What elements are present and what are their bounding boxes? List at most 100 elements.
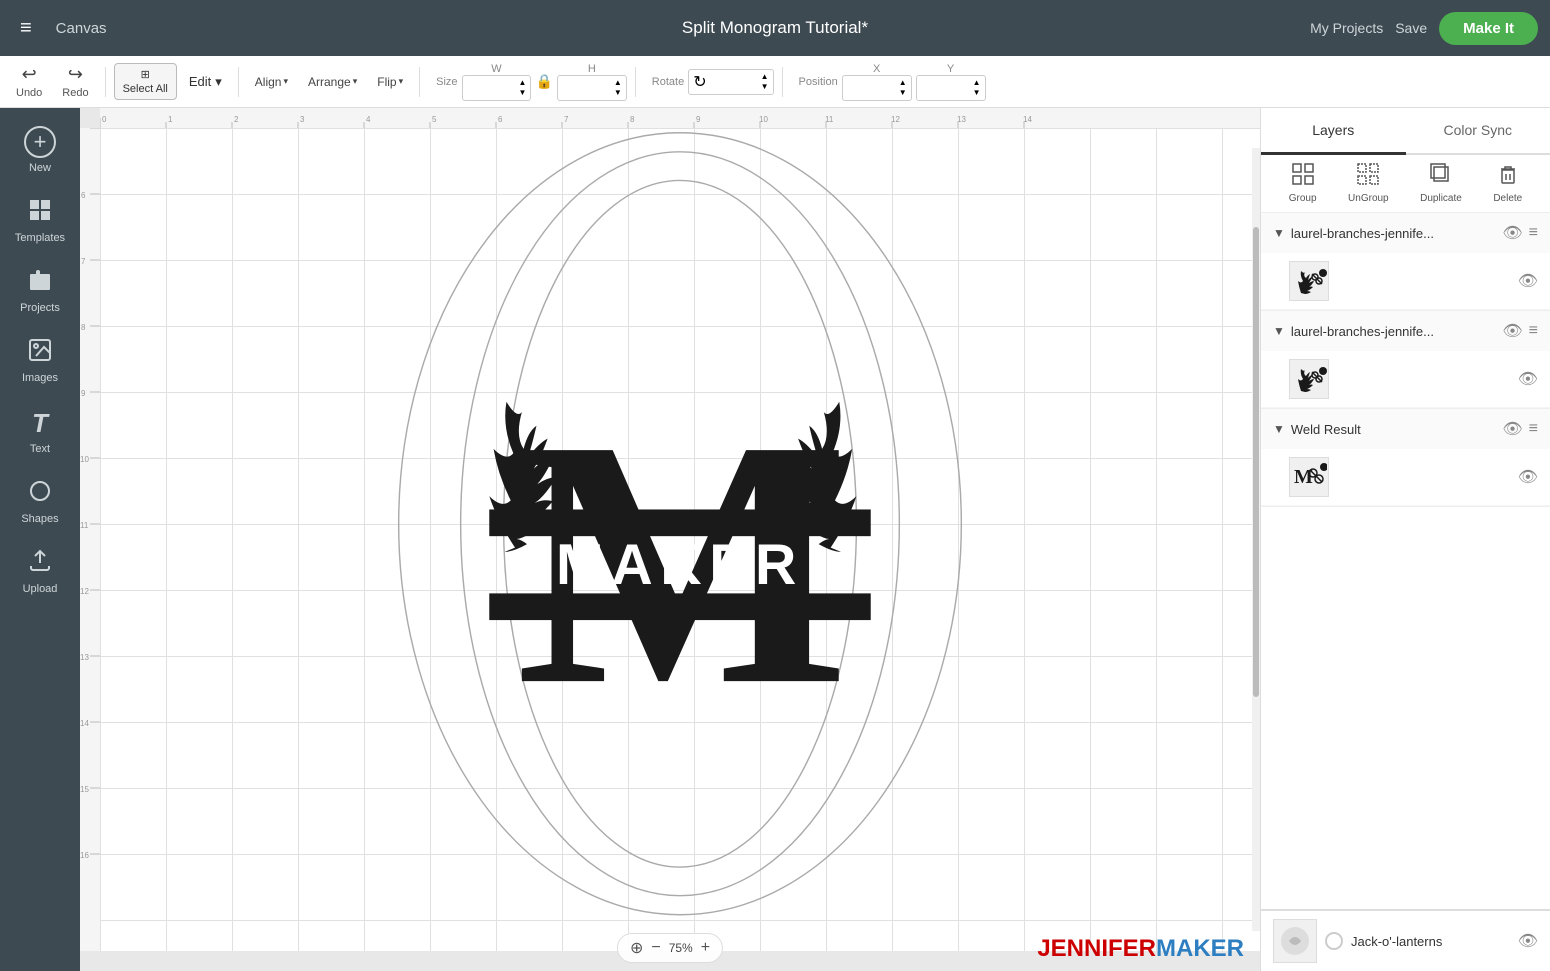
layer-item-eye-2[interactable]: 👁 [1518,369,1538,389]
lock-icon[interactable]: 🔒 [535,73,552,90]
layer-group-drag-1[interactable]: ≡ [1529,224,1538,242]
height-field[interactable]: ▲ ▼ [557,75,627,101]
width-down[interactable]: ▼ [519,88,527,98]
x-field[interactable]: ▲ ▼ [842,75,912,101]
undo-icon: ↩ [22,64,37,85]
redo-button[interactable]: ↪ Redo [54,60,96,103]
x-arrows[interactable]: ▲ ▼ [899,78,907,97]
sidebar-item-new[interactable]: + New [0,116,80,184]
width-field[interactable]: ▲ ▼ [462,75,532,101]
menu-icon[interactable]: ≡ [12,9,40,48]
sidebar-item-templates[interactable]: Templates [0,188,80,254]
images-icon [28,338,52,368]
svg-text:4: 4 [366,115,371,124]
layer-item-3: M 👁 [1261,449,1550,506]
select-all-icon: ⊞ [141,68,150,81]
y-arrows[interactable]: ▲ ▼ [973,78,981,97]
undo-button[interactable]: ↩ Undo [8,60,50,103]
sidebar-templates-label: Templates [15,232,65,244]
align-button[interactable]: Align ▾ [247,71,296,93]
new-icon: + [24,126,56,158]
layer-group-drag-2[interactable]: ≡ [1529,322,1538,340]
layer-item-eye-3[interactable]: 👁 [1518,467,1538,487]
rotate-field[interactable]: ↻ ▲ ▼ [688,69,773,95]
layer-group-arrow-3[interactable]: ▼ [1273,422,1285,436]
scrollbar-thumb[interactable] [1253,227,1259,697]
x-up[interactable]: ▲ [899,78,907,88]
arrange-button[interactable]: Arrange ▾ [300,71,365,93]
width-arrows[interactable]: ▲ ▼ [519,78,527,97]
width-up[interactable]: ▲ [519,78,527,88]
make-it-button[interactable]: Make It [1439,12,1538,45]
svg-text:7: 7 [81,257,86,266]
rotate-arrows[interactable]: ▲ ▼ [761,72,769,91]
zoom-plus-button[interactable]: + [701,939,710,957]
document-title: Split Monogram Tutorial* [682,18,868,38]
rotate-input[interactable] [709,75,759,89]
sidebar-item-projects[interactable]: Projects [0,258,80,324]
x-down[interactable]: ▼ [899,88,907,98]
ungroup-label: UnGroup [1348,193,1389,204]
svg-text:12: 12 [891,115,900,124]
y-down[interactable]: ▼ [973,88,981,98]
redo-label: Redo [62,87,88,99]
layer-group-header-1[interactable]: ▼ laurel-branches-jennife... 👁 ≡ [1261,213,1550,253]
duplicate-button[interactable]: Duplicate [1420,163,1462,204]
sidebar-item-shapes[interactable]: Shapes [0,469,80,535]
layer-group-eye-1[interactable]: 👁 [1502,223,1522,243]
bottom-layer-name: Jack-o'-lanterns [1351,934,1510,949]
delete-button[interactable]: Delete [1493,163,1522,204]
layer-item-eye-1[interactable]: 👁 [1518,271,1538,291]
layer-icons-1: 👁 [1518,271,1538,291]
save-button[interactable]: Save [1395,20,1427,36]
tab-color-sync[interactable]: Color Sync [1406,108,1550,153]
sidebar-images-label: Images [22,372,58,384]
height-arrows[interactable]: ▲ ▼ [614,78,622,97]
layer-group-eye-3[interactable]: 👁 [1502,419,1522,439]
my-projects-link[interactable]: My Projects [1310,20,1383,36]
y-field[interactable]: ▲ ▼ [916,75,986,101]
y-label: Y [947,63,954,75]
tab-layers[interactable]: Layers [1261,108,1406,155]
layer-group-arrow-1[interactable]: ▼ [1273,226,1285,240]
height-input[interactable] [562,81,612,95]
ungroup-button[interactable]: UnGroup [1348,163,1389,204]
zoom-bar: ⊕ − 75% + [617,933,723,963]
svg-text:12: 12 [80,587,89,596]
select-all-button[interactable]: ⊞ Select All [114,63,177,100]
duplicate-label: Duplicate [1420,193,1462,204]
layer-group-arrow-2[interactable]: ▼ [1273,324,1285,338]
rotate-up[interactable]: ▲ [761,72,769,82]
rotate-group: Rotate ↻ ▲ ▼ [652,69,774,95]
height-up[interactable]: ▲ [614,78,622,88]
layer-group-eye-2[interactable]: 👁 [1502,321,1522,341]
canvas-area[interactable]: 0 1 2 3 4 5 6 7 8 [80,108,1260,971]
redo-icon: ↪ [68,64,83,85]
size-group: Size W ▲ ▼ 🔒 H ▲ ▼ [436,63,627,101]
group-button[interactable]: Group [1289,163,1317,204]
height-down[interactable]: ▼ [614,88,622,98]
layer-group-header-2[interactable]: ▼ laurel-branches-jennife... 👁 ≡ [1261,311,1550,351]
rotate-down[interactable]: ▼ [761,82,769,92]
toolbar-sep-1 [105,67,106,97]
width-input[interactable] [467,81,517,95]
edit-button[interactable]: Edit ▾ [181,70,230,94]
sidebar-item-text[interactable]: T Text [0,398,80,465]
y-input[interactable] [921,81,971,95]
layer-group-header-3[interactable]: ▼ Weld Result 👁 ≡ [1261,409,1550,449]
canvas-grid[interactable]: M MAKER [100,128,1260,951]
sidebar-item-upload[interactable]: Upload [0,539,80,605]
scrollbar-vertical[interactable] [1252,148,1260,931]
bottom-layer-eye[interactable]: 👁 [1518,931,1538,951]
bottom-layer-circle [1325,932,1343,950]
y-up[interactable]: ▲ [973,78,981,88]
flip-button[interactable]: Flip ▾ [369,71,411,93]
svg-text:9: 9 [696,115,701,124]
svg-text:1: 1 [168,115,173,124]
layer-group-drag-3[interactable]: ≡ [1529,420,1538,438]
zoom-target-icon[interactable]: ⊕ [630,938,643,958]
x-input[interactable] [847,81,897,95]
left-sidebar: + New Templates Projects Images T T [0,108,80,971]
sidebar-item-images[interactable]: Images [0,328,80,394]
zoom-minus-button[interactable]: − [651,939,660,957]
